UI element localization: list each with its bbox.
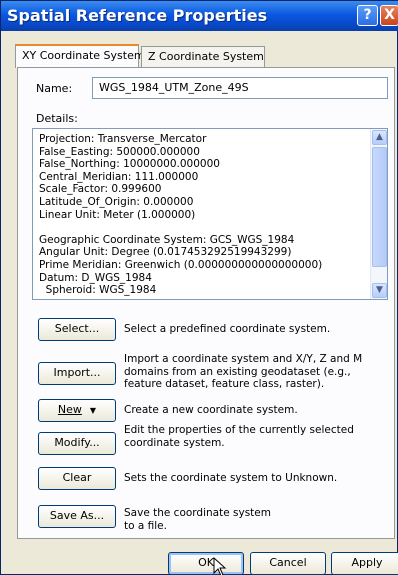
details-box[interactable]: Projection: Transverse_Mercator False_Ea… [32,128,388,300]
new-button[interactable]: New ▼ [38,399,116,422]
details-line: False_Northing: 10000000.000000 [39,158,220,171]
details-line: Geographic Coordinate System: GCS_WGS_19… [39,233,295,246]
close-button[interactable]: X [380,5,398,26]
details-line: Linear Unit: Meter (1.000000) [39,208,196,221]
name-field[interactable]: WGS_1984_UTM_Zone_49S [92,77,388,99]
scroll-thumb[interactable] [372,147,387,267]
new-button-label: New [57,403,82,416]
tab-panel: Name: WGS_1984_UTM_Zone_49S Details: Pro… [17,67,395,539]
details-line: Latitude_Of_Origin: 0.000000 [39,195,194,208]
details-line: Spheroid: WGS_1984 [39,284,157,297]
details-line: Projection: Transverse_Mercator [39,133,207,145]
apply-button[interactable]: Apply [331,552,398,575]
help-button[interactable]: ? [357,5,378,26]
details-line: Central_Meridian: 111.000000 [39,170,199,183]
modify-button[interactable]: Modify... [38,432,116,455]
ok-button[interactable]: OK [168,552,244,575]
select-button[interactable]: Select... [38,318,116,341]
details-text: Projection: Transverse_Mercator False_Ea… [39,133,367,297]
clear-description: Sets the coordinate system to Unknown. [124,472,338,484]
cancel-button[interactable]: Cancel [250,552,326,575]
tab-z-coordinate-system[interactable]: Z Coordinate System [141,46,265,68]
scroll-up-icon[interactable]: ▲ [372,130,387,145]
details-line: False_Easting: 500000.000000 [39,145,200,158]
details-line: Prime Meridian: Greenwich (0.00000000000… [39,258,323,271]
clear-button[interactable]: Clear [38,467,116,490]
save-as-description: Save the coordinate system to a file. [124,507,271,532]
details-line: Scale_Factor: 0.999600 [39,183,162,196]
details-line: Angular Unit: Degree (0.0174532925199432… [39,246,292,259]
import-button[interactable]: Import... [38,362,116,385]
save-as-button[interactable]: Save As... [38,505,116,528]
name-label: Name: [36,82,73,95]
title-bar[interactable]: Spatial Reference Properties ? X [1,1,398,31]
spatial-reference-dialog: Spatial Reference Properties ? X XY Coor… [0,0,398,575]
mouse-cursor-icon [213,557,227,575]
import-description: Import a coordinate system and X/Y, Z an… [124,353,363,390]
details-line: Datum: D_WGS_1984 [39,271,152,284]
tab-xy-coordinate-system[interactable]: XY Coordinate System [15,44,145,68]
dropdown-arrow-icon: ▼ [89,406,97,415]
scroll-down-icon[interactable]: ▼ [372,283,387,298]
details-line [39,221,367,234]
details-label: Details: [36,112,78,125]
modify-description: Edit the properties of the currently sel… [124,424,354,449]
new-description: Create a new coordinate system. [124,404,298,416]
window-title: Spatial Reference Properties [7,6,268,25]
select-description: Select a predefined coordinate system. [124,323,331,335]
details-scrollbar[interactable]: ▲ ▼ [370,129,387,299]
